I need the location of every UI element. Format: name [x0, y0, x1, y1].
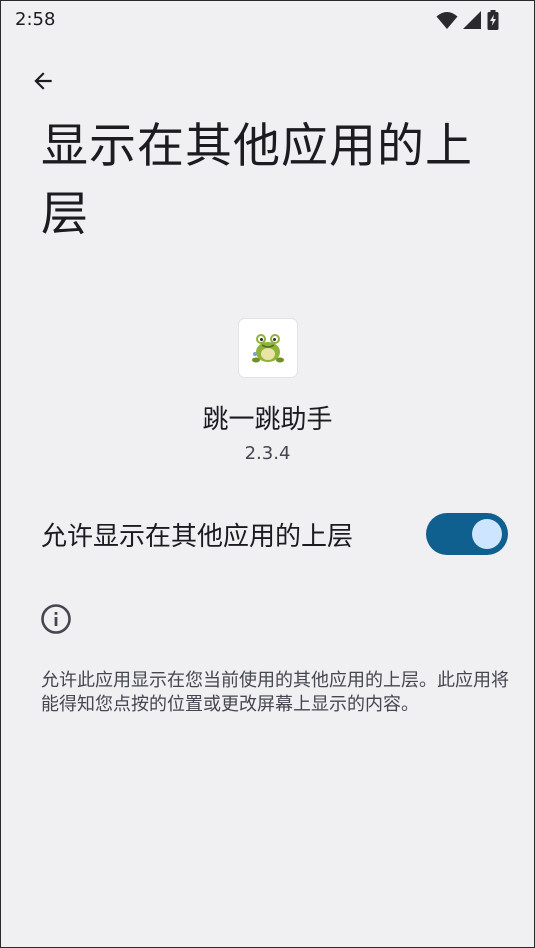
permission-toggle[interactable]: [426, 513, 508, 555]
battery-charging-icon: [487, 10, 499, 30]
wifi-icon: [436, 12, 458, 29]
permission-label: 允许显示在其他应用的上层: [41, 522, 354, 552]
status-bar: 2:58: [1, 1, 534, 41]
cell-signal-icon: [463, 11, 481, 29]
back-button[interactable]: [21, 59, 65, 103]
app-icon-container: [239, 319, 297, 377]
arrow-back-icon: [34, 72, 52, 90]
info-icon: [41, 604, 71, 634]
permission-row[interactable]: 允许显示在其他应用的上层: [1, 501, 534, 569]
app-version: 2.3.4: [244, 443, 291, 464]
status-time: 2:58: [15, 9, 56, 30]
screen-frame: 2:58 显示在其他应用的上层 跳一跳助手 2.3.4 允许显示在其他应用的上层…: [0, 0, 535, 948]
frog-app-icon: [252, 334, 284, 363]
page-title: 显示在其他应用的上层: [41, 119, 473, 242]
permission-description: 允许此应用显示在您当前使用的其他应用的上层。此应用将能得知您点按的位置或更改屏幕…: [41, 670, 509, 715]
toggle-thumb: [472, 519, 502, 549]
app-name: 跳一跳助手: [202, 405, 333, 435]
